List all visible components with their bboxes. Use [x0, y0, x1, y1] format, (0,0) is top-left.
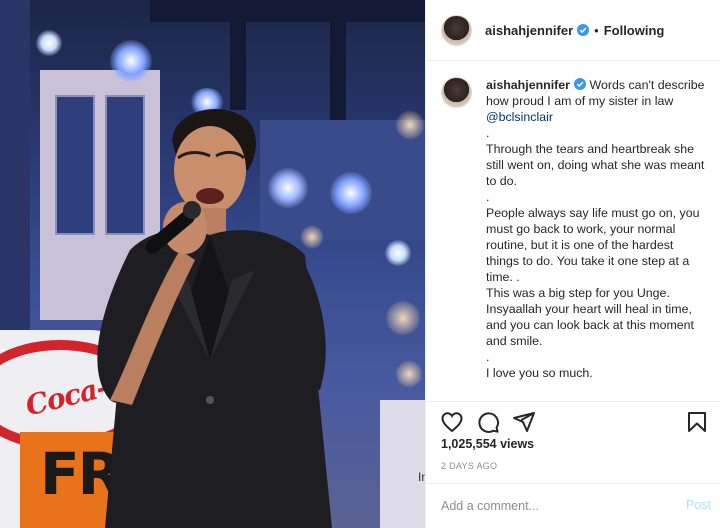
fairy-light: [395, 360, 423, 388]
caption-line: People always say life must go on, you m…: [486, 206, 700, 284]
side-sign-text: In: [418, 470, 425, 484]
stage-truss: [0, 0, 30, 330]
comment-bubble-icon[interactable]: [476, 410, 500, 434]
author-avatar[interactable]: [441, 14, 472, 46]
caption-line: I love you so much.: [486, 366, 593, 380]
fairy-light: [395, 110, 425, 140]
caption-comment: aishahjennifer Words can't describe how …: [426, 61, 720, 381]
caption-line: .: [486, 350, 490, 364]
header-separator: •: [594, 22, 599, 38]
caption-line: .: [486, 190, 490, 204]
caption-section: aishahjennifer Words can't describe how …: [426, 61, 720, 401]
view-count[interactable]: 1,025,554 views: [441, 437, 534, 451]
post-timestamp[interactable]: 2 DAYS AGO: [441, 461, 497, 471]
stage-light: [385, 240, 411, 266]
caption-mention-link[interactable]: @bclsinclair: [486, 109, 705, 125]
paper-plane-icon[interactable]: [512, 410, 536, 434]
stage-light: [110, 40, 152, 82]
caption-line: .: [486, 126, 490, 140]
caption-username[interactable]: aishahjennifer: [486, 78, 570, 92]
post-comment-button[interactable]: Post: [686, 498, 711, 512]
following-button[interactable]: Following: [604, 23, 665, 38]
caption-line: Through the tears and heartbreak she sti…: [486, 142, 705, 188]
verified-badge-icon: [577, 24, 590, 36]
stage-truss: [150, 0, 425, 22]
bookmark-icon[interactable]: [685, 410, 709, 434]
comment-input[interactable]: [441, 496, 661, 516]
verified-badge-icon: [574, 78, 587, 90]
author-username[interactable]: aishahjennifer: [485, 23, 573, 38]
stage-light: [36, 30, 62, 56]
action-bar: [426, 401, 720, 437]
caption-line: This was a big step for you Unge. Insyaa…: [486, 286, 695, 348]
side-sign: [380, 400, 425, 528]
post-media-video[interactable]: Coca-Cola FR In: [0, 0, 425, 528]
post-details-panel: aishahjennifer • Following aishahjennife…: [425, 0, 720, 528]
caption-avatar[interactable]: [441, 77, 472, 108]
fairy-light: [385, 300, 421, 336]
post-header: aishahjennifer • Following: [426, 0, 720, 61]
heart-icon[interactable]: [440, 410, 464, 434]
comment-bar: Post: [426, 483, 720, 528]
caption-text: aishahjennifer Words can't describe how …: [486, 77, 705, 381]
singer-figure: [97, 109, 332, 528]
stage-truss: [230, 0, 246, 110]
